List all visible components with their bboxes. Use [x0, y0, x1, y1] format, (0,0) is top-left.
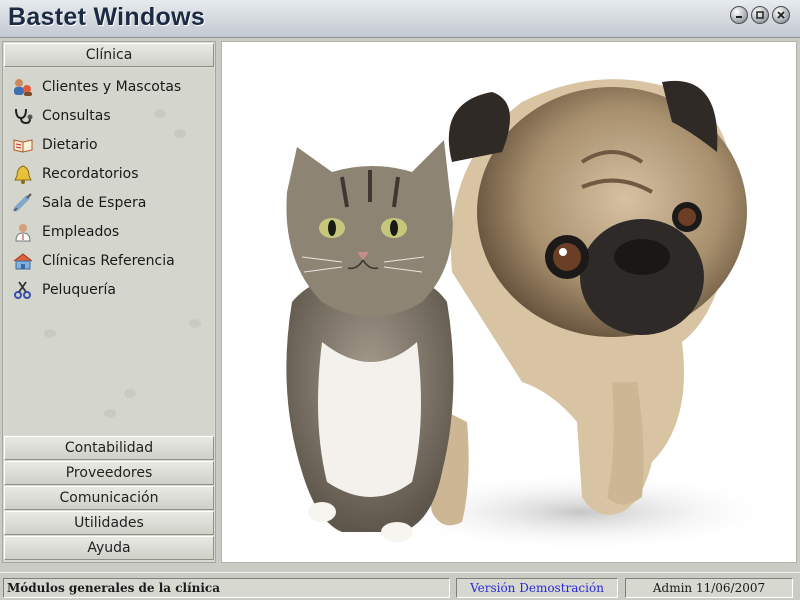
menu-item-consultas[interactable]: Consultas — [4, 101, 214, 130]
menu-item-empleados[interactable]: Empleados — [4, 217, 214, 246]
menu-item-label: Clientes y Mascotas — [42, 78, 182, 95]
paw-print-icon — [154, 109, 166, 118]
section-body-clinica: Clientes y Mascotas Consultas Dietario R… — [4, 69, 214, 435]
paw-print-icon — [124, 389, 136, 398]
menu-item-label: Clínicas Referencia — [42, 252, 175, 269]
book-icon — [12, 134, 36, 156]
status-module-text: Módulos generales de la clínica — [3, 578, 450, 598]
status-version-text: Versión Demostración — [456, 578, 618, 598]
sidebar: Clínica Clientes y Mascotas Consultas Di… — [2, 41, 216, 563]
section-headers-bottom: Contabilidad Proveedores Comunicación Ut… — [3, 435, 215, 560]
menu-item-label: Consultas — [42, 107, 111, 124]
title-bar: Bastet Windows — [0, 0, 800, 38]
section-header-proveedores[interactable]: Proveedores — [4, 461, 214, 485]
minimize-icon[interactable] — [730, 6, 748, 24]
syringe-icon — [12, 192, 36, 214]
doctor-icon — [12, 221, 36, 243]
paw-print-icon — [174, 129, 186, 138]
paw-print-icon — [189, 319, 201, 328]
section-header-clinica[interactable]: Clínica — [4, 43, 214, 67]
menu-item-label: Peluquería — [42, 281, 116, 298]
menu-item-peluqueria[interactable]: Peluquería — [4, 275, 214, 304]
main-image-panel — [221, 41, 797, 563]
menu-item-label: Recordatorios — [42, 165, 139, 182]
paw-print-icon — [104, 409, 116, 418]
close-icon[interactable] — [772, 6, 790, 24]
menu-item-sala-de-espera[interactable]: Sala de Espera — [4, 188, 214, 217]
section-header-contabilidad[interactable]: Contabilidad — [4, 436, 214, 460]
window-controls — [730, 6, 790, 24]
clinic-icon — [12, 250, 36, 272]
menu-item-clientes-y-mascotas[interactable]: Clientes y Mascotas — [4, 72, 214, 101]
stethoscope-icon — [12, 105, 36, 127]
menu-list: Clientes y Mascotas Consultas Dietario R… — [4, 69, 214, 304]
cat-and-pug-image — [286, 79, 782, 552]
section-header-ayuda[interactable]: Ayuda — [4, 536, 214, 560]
menu-item-label: Sala de Espera — [42, 194, 147, 211]
app-title: Bastet Windows — [8, 3, 206, 31]
menu-item-clinicas-referencia[interactable]: Clínicas Referencia — [4, 246, 214, 275]
menu-item-label: Empleados — [42, 223, 120, 240]
menu-item-recordatorios[interactable]: Recordatorios — [4, 159, 214, 188]
scissors-icon — [12, 279, 36, 301]
people-pet-icon — [12, 76, 36, 98]
section-header-comunicacion[interactable]: Comunicación — [4, 486, 214, 510]
section-header-utilidades[interactable]: Utilidades — [4, 511, 214, 535]
status-bar: Módulos generales de la clínica Versión … — [0, 572, 800, 600]
bell-icon — [12, 163, 36, 185]
paw-print-icon — [44, 329, 56, 338]
menu-item-label: Dietario — [42, 136, 98, 153]
maximize-icon[interactable] — [751, 6, 769, 24]
status-user-date-text: Admin 11/06/2007 — [625, 578, 793, 598]
